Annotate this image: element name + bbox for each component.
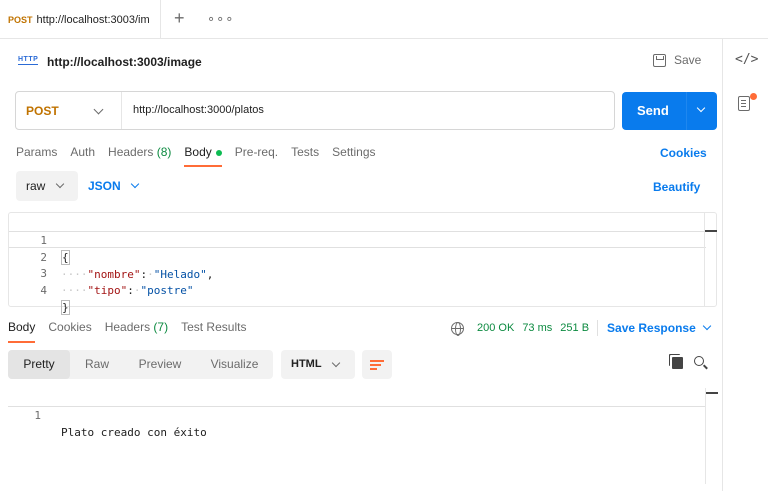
save-response-button[interactable]: Save Response bbox=[607, 321, 711, 335]
new-tab-plus-icon[interactable]: + bbox=[174, 8, 185, 28]
tab-bar: POST http://localhost:3003/im + ∘∘∘ bbox=[0, 0, 768, 39]
url-bar: POST http://localhost:3000/platos bbox=[15, 91, 615, 130]
documentation-icon[interactable] bbox=[738, 96, 750, 111]
body-mode-label: raw bbox=[26, 179, 46, 193]
send-divider bbox=[686, 92, 687, 130]
chevron-down-icon bbox=[130, 179, 140, 189]
request-tab[interactable]: POST http://localhost:3003/im bbox=[0, 0, 161, 39]
line-number: 4 bbox=[40, 284, 47, 297]
url-input[interactable]: http://localhost:3000/platos bbox=[133, 92, 603, 129]
save-icon bbox=[653, 53, 666, 67]
json-value: "postre" bbox=[140, 284, 194, 297]
editor-scrollbar[interactable] bbox=[704, 213, 717, 306]
beautify-link[interactable]: Beautify bbox=[653, 180, 700, 194]
code-line: 1 Plato creado con éxito bbox=[8, 390, 705, 439]
notification-dot bbox=[750, 93, 757, 100]
method-label: POST bbox=[26, 103, 59, 118]
response-meta: 200 OK 73 ms 251 B Save Response bbox=[451, 320, 711, 336]
cookies-link[interactable]: Cookies bbox=[660, 146, 707, 160]
body-language-select[interactable]: JSON bbox=[88, 171, 148, 201]
response-scrollbar[interactable] bbox=[705, 388, 718, 484]
send-button[interactable]: Send bbox=[622, 92, 717, 130]
request-title-row: HTTP http://localhost:3003/image Save bbox=[0, 39, 722, 83]
response-time[interactable]: 73 ms bbox=[522, 322, 552, 334]
method-select[interactable]: POST bbox=[16, 92, 122, 129]
chevron-down-icon bbox=[55, 179, 65, 189]
code-icon[interactable]: </> bbox=[735, 52, 758, 67]
request-body-editor[interactable]: 1 { 2 ····"nombre":·"Helado", 3 ····"tip… bbox=[8, 212, 717, 315]
response-size[interactable]: 251 B bbox=[560, 322, 589, 334]
send-label: Send bbox=[637, 103, 669, 118]
response-tab-test-results[interactable]: Test Results bbox=[181, 320, 246, 342]
meta-divider bbox=[597, 320, 599, 336]
code-line: 1 { bbox=[9, 215, 706, 265]
response-tab-body[interactable]: Body bbox=[8, 320, 36, 343]
response-text: Plato creado con éxito bbox=[61, 426, 207, 439]
tab-body[interactable]: Body bbox=[184, 145, 223, 167]
view-preview[interactable]: Preview bbox=[124, 350, 196, 379]
code-line: 2 ····"nombre":·"Helado", bbox=[9, 231, 706, 281]
tab-settings[interactable]: Settings bbox=[332, 145, 375, 167]
chevron-down-icon bbox=[93, 104, 104, 115]
response-tab-headers[interactable]: Headers (7) bbox=[105, 320, 168, 342]
view-visualize[interactable]: Visualize bbox=[196, 350, 273, 379]
save-button[interactable]: Save bbox=[653, 53, 701, 67]
wrap-lines-icon bbox=[370, 358, 384, 371]
response-tabs: Body Cookies Headers (7) Test Results bbox=[8, 320, 259, 343]
right-sidebar: </> bbox=[722, 39, 768, 491]
view-pretty[interactable]: Pretty bbox=[8, 350, 70, 379]
response-format-label: HTML bbox=[291, 358, 322, 370]
tab-url-label: http://localhost:3003/im bbox=[36, 13, 150, 26]
tab-method-label: POST bbox=[8, 14, 33, 25]
view-raw[interactable]: Raw bbox=[70, 350, 124, 379]
copy-icon[interactable] bbox=[672, 357, 683, 369]
globe-icon[interactable] bbox=[451, 321, 464, 336]
chevron-down-icon bbox=[331, 358, 341, 368]
chevron-down-icon bbox=[702, 321, 711, 331]
more-tabs-icon[interactable]: ∘∘∘ bbox=[207, 11, 234, 27]
body-language-label: JSON bbox=[88, 179, 121, 193]
headers-count: (8) bbox=[156, 145, 172, 159]
response-tab-cookies[interactable]: Cookies bbox=[48, 320, 91, 342]
close-brace: } bbox=[61, 300, 70, 315]
line-number: 1 bbox=[34, 409, 41, 422]
response-view-modes: Pretty Raw Preview Visualize bbox=[8, 350, 273, 379]
send-options-chevron-icon[interactable] bbox=[696, 103, 706, 113]
code-line: 4 } bbox=[9, 265, 706, 315]
status-code[interactable]: 200 OK bbox=[477, 322, 514, 334]
save-label: Save bbox=[674, 53, 702, 67]
response-headers-count: (7) bbox=[153, 320, 169, 334]
request-title[interactable]: http://localhost:3003/image bbox=[47, 55, 202, 69]
search-icon[interactable] bbox=[694, 356, 704, 366]
tab-pre-req[interactable]: Pre-req. bbox=[235, 145, 278, 167]
body-indicator-dot bbox=[215, 149, 222, 156]
http-icon: HTTP bbox=[18, 56, 39, 65]
response-format-select[interactable]: HTML bbox=[281, 350, 355, 379]
tab-tests[interactable]: Tests bbox=[291, 145, 319, 167]
body-mode-select[interactable]: raw bbox=[16, 171, 78, 201]
json-key: "tipo" bbox=[87, 284, 128, 297]
tab-headers[interactable]: Headers (8) bbox=[108, 145, 171, 167]
tab-params[interactable]: Params bbox=[16, 145, 57, 167]
tab-auth[interactable]: Auth bbox=[70, 145, 95, 167]
request-tabs: Params Auth Headers (8) Body Pre-req. Te… bbox=[16, 145, 389, 167]
response-body-viewer[interactable]: 1 Plato creado con éxito bbox=[8, 388, 718, 484]
wrap-lines-button[interactable] bbox=[362, 350, 392, 379]
code-line: 3 ····"tipo":·"postre" bbox=[9, 248, 706, 297]
